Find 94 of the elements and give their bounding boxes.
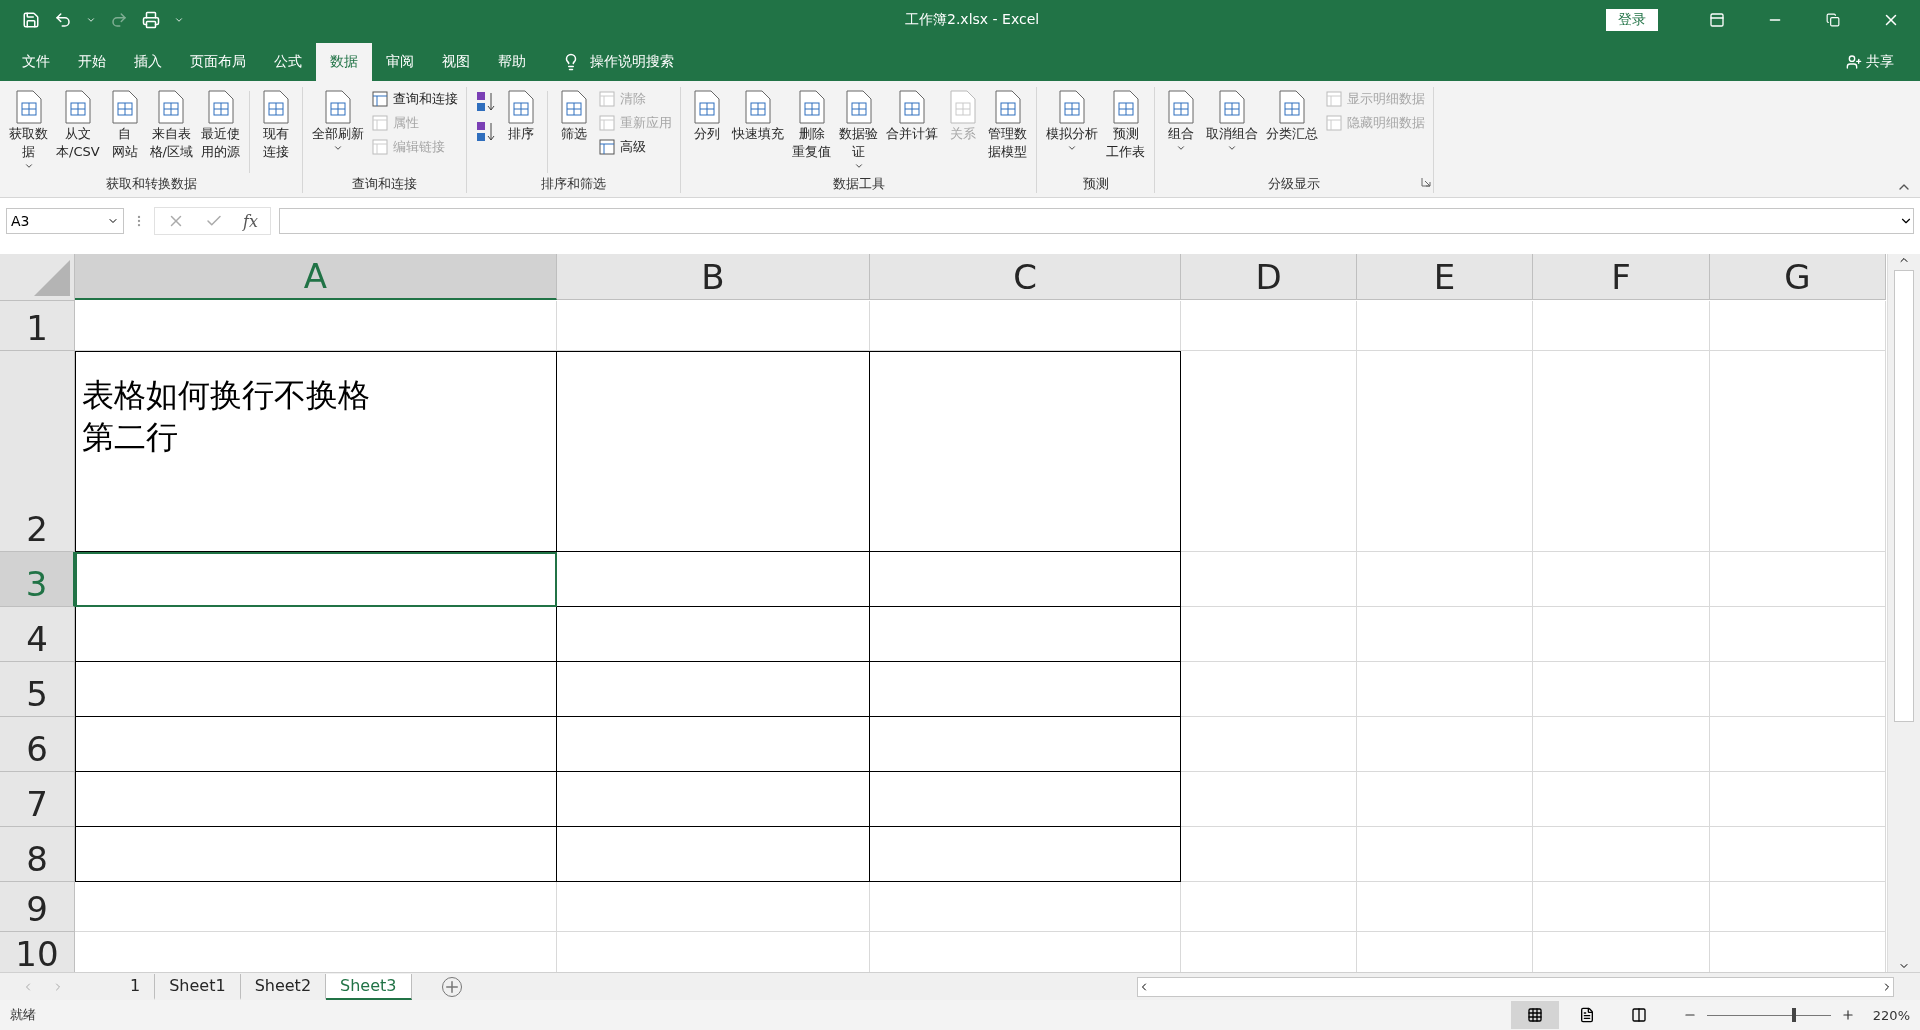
ribbon-tab[interactable]: 帮助 <box>484 42 540 81</box>
row-header[interactable]: 7 <box>0 772 75 828</box>
zoom-thumb[interactable] <box>1792 1008 1797 1023</box>
formula-field[interactable] <box>278 208 1914 235</box>
column-header[interactable]: F <box>1533 254 1710 301</box>
window-title: 工作簿2.xlsx - Excel <box>904 10 1041 29</box>
ribbon-button[interactable]: 模拟分析 <box>1043 86 1101 176</box>
group-label: 预测 <box>1082 175 1109 194</box>
grid-icon <box>1526 1007 1543 1024</box>
column-header[interactable]: G <box>1710 254 1886 301</box>
table-cell: 表格如何换行不换格 第二行 <box>75 351 557 553</box>
sheet-icon <box>598 113 616 132</box>
ribbon-tab[interactable]: 页面布局 <box>176 42 260 81</box>
sheet-tab[interactable]: Sheet3 <box>326 973 412 1000</box>
sheet-icon <box>1325 89 1343 108</box>
insert-function-button[interactable]: fx <box>243 211 258 231</box>
restore-icon[interactable] <box>1826 12 1840 27</box>
person-icon <box>1846 53 1862 70</box>
row-header[interactable]: 2 <box>0 351 75 553</box>
row-header[interactable]: 8 <box>0 827 75 883</box>
sheet-icon <box>598 137 616 156</box>
ribbon-tab[interactable]: 数据 <box>316 42 372 81</box>
share-button[interactable]: 共享 <box>1846 42 1920 81</box>
ribbon-button[interactable]: 快速填充 <box>729 86 787 176</box>
column-header[interactable]: E <box>1357 254 1533 301</box>
horizontal-scrollbar[interactable] <box>1137 976 1894 997</box>
group-label: 获取和转换数据 <box>105 175 197 194</box>
ribbon-button[interactable]: 筛选 <box>554 86 594 176</box>
ribbon-button[interactable]: 组合 <box>1161 86 1201 176</box>
column-header[interactable]: D <box>1181 254 1357 301</box>
sort-icon <box>475 89 497 114</box>
ribbon-button[interactable]: 数据验 证 <box>836 86 881 176</box>
columns-icon <box>1630 1007 1647 1024</box>
undo-icon[interactable] <box>54 10 72 29</box>
column-header[interactable]: B <box>557 254 870 301</box>
ribbon-button[interactable]: 全部刷新 <box>309 86 367 176</box>
normal-view-button[interactable] <box>1510 1001 1559 1030</box>
status-text: 就绪 <box>10 1006 36 1025</box>
ribbon-button[interactable]: 取消组合 <box>1203 86 1261 176</box>
page-icon <box>1578 1007 1595 1024</box>
sheet-icon <box>371 137 389 156</box>
corner-triangle-icon <box>32 258 72 299</box>
row-header[interactable]: 10 <box>0 932 75 973</box>
row-header[interactable]: 5 <box>0 662 75 718</box>
sheet-icon <box>1325 113 1343 132</box>
ribbon-button[interactable]: 分类汇总 <box>1263 86 1321 176</box>
sheet-icon <box>598 89 616 108</box>
sheet-tab[interactable]: Sheet1 <box>155 973 241 1000</box>
launcher-icon[interactable] <box>1421 177 1431 188</box>
zoom-in-icon[interactable] <box>1840 1008 1855 1023</box>
redo-icon[interactable] <box>110 10 128 29</box>
ribbon-button[interactable]: 删除 重复值 <box>789 86 834 176</box>
sheet-icon <box>371 113 389 132</box>
sheet-icon <box>371 89 389 108</box>
ribbon-button[interactable]: 高级 <box>596 136 674 157</box>
printer-icon[interactable] <box>142 10 160 29</box>
ribbon-tab[interactable]: 审阅 <box>372 42 428 81</box>
row-header[interactable]: 6 <box>0 717 75 773</box>
scroll-thumb[interactable] <box>1894 270 1914 723</box>
ribbon-tab[interactable]: 开始 <box>64 42 120 81</box>
group-label: 分级显示 <box>1268 175 1320 194</box>
ribbon-button[interactable]: 预测 工作表 <box>1103 86 1148 176</box>
ribbon-button[interactable]: 最近使 用的源 <box>198 86 243 176</box>
row-header[interactable]: 4 <box>0 607 75 663</box>
column-header[interactable]: C <box>870 254 1181 301</box>
group-label: 排序和筛选 <box>541 175 606 194</box>
ribbon-button[interactable]: 查询和连接 <box>369 88 460 109</box>
sheet-tab[interactable]: 1 <box>116 973 156 1000</box>
row-header[interactable]: 9 <box>0 882 75 933</box>
ribbon-tab[interactable]: 插入 <box>120 42 176 81</box>
column-header[interactable]: A <box>75 254 557 301</box>
ribbon-button[interactable]: 排序 <box>501 86 541 176</box>
ribbon-button[interactable]: 分列 <box>687 86 727 176</box>
group-label: 数据工具 <box>832 175 885 194</box>
row-header[interactable]: 1 <box>0 301 75 352</box>
ribbon-button[interactable]: 获取数 据 <box>6 86 51 176</box>
sign-in-button[interactable]: 登录 <box>1606 8 1658 31</box>
name-box[interactable]: A3 <box>6 208 124 235</box>
save-icon[interactable] <box>22 10 40 29</box>
ribbon-button[interactable]: 自 网站 <box>104 86 145 176</box>
sort-icon <box>475 119 497 144</box>
ribbon-button[interactable]: 合并计算 <box>883 86 941 176</box>
zoom-level[interactable]: 220% <box>1872 1007 1910 1023</box>
ribbon-button[interactable]: 现有 连接 <box>256 86 296 176</box>
ribbon-button[interactable]: 来自表 格/区域 <box>146 86 196 176</box>
ribbon-button[interactable]: 管理数 据模型 <box>985 86 1030 176</box>
group-label: 查询和连接 <box>352 175 417 194</box>
ribbon-tab[interactable]: 视图 <box>428 42 484 81</box>
ribbon-tab[interactable]: 文件 <box>8 42 64 81</box>
ribbon-display-icon[interactable] <box>1709 11 1725 28</box>
row-header[interactable]: 3 <box>0 552 75 608</box>
ribbon-tab[interactable]: 公式 <box>260 42 316 81</box>
ribbon-button[interactable]: 从文 本/CSV <box>53 86 103 176</box>
tell-me-field[interactable]: 操作说明搜索 <box>590 52 674 71</box>
